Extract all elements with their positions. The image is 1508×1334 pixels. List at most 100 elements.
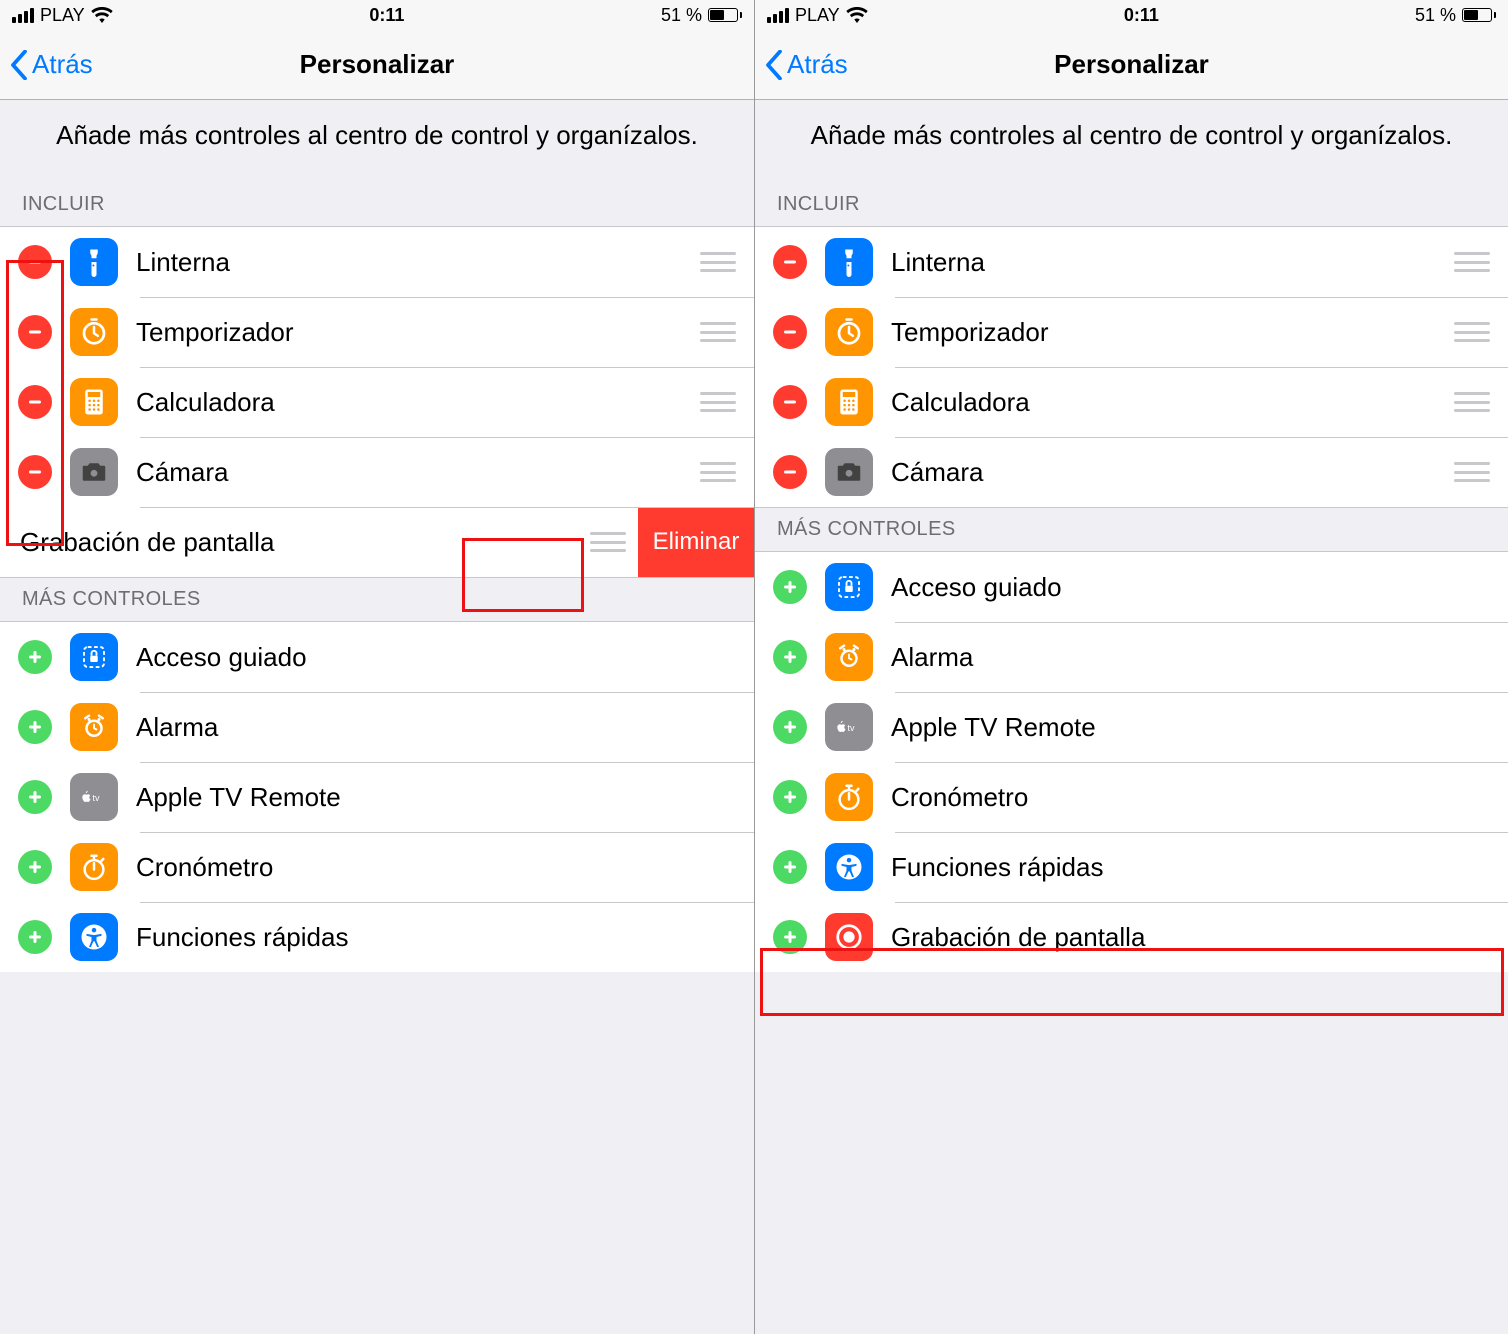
row-label: Calculadora	[136, 387, 700, 418]
more-list: Acceso guiadoAlarmatvApple TV RemoteCron…	[0, 621, 754, 972]
battery-pct: 51 %	[1415, 5, 1456, 26]
list-row: Linterna	[755, 227, 1508, 297]
appletv-icon: tv	[70, 773, 118, 821]
status-bar: PLAY 0:11 51 %	[755, 0, 1508, 30]
plus-icon	[26, 788, 44, 806]
plus-icon	[26, 648, 44, 666]
row-label: Cronómetro	[891, 782, 1490, 813]
plus-icon	[781, 648, 799, 666]
list-row: Funciones rápidas	[0, 902, 754, 972]
list-row: Grabación de pantalla	[755, 902, 1508, 972]
flashlight-icon	[70, 238, 118, 286]
minus-icon	[26, 463, 44, 481]
row-label: Cámara	[136, 457, 700, 488]
list-row: tvApple TV Remote	[0, 762, 754, 832]
section-header-more: MÁS CONTROLES	[0, 578, 754, 621]
left-pane: PLAY 0:11 51 % Atrás Personalizar Añade …	[0, 0, 754, 1334]
back-button[interactable]: Atrás	[0, 49, 93, 80]
remove-button[interactable]	[773, 245, 807, 279]
minus-icon	[781, 253, 799, 271]
status-time: 0:11	[369, 5, 404, 26]
list-row: Alarma	[0, 692, 754, 762]
plus-icon	[26, 928, 44, 946]
drag-handle[interactable]	[700, 462, 736, 482]
minus-icon	[26, 323, 44, 341]
back-label: Atrás	[32, 49, 93, 80]
remove-button[interactable]	[773, 385, 807, 419]
section-header-include: INCLUIR	[755, 183, 1508, 226]
plus-icon	[781, 858, 799, 876]
list-row: Funciones rápidas	[755, 832, 1508, 902]
row-label: Grabación de pantalla	[20, 527, 590, 558]
list-row: Linterna	[0, 227, 754, 297]
alarm-icon	[825, 633, 873, 681]
plus-icon	[26, 718, 44, 736]
remove-button[interactable]	[18, 385, 52, 419]
intro-text: Añade más controles al centro de control…	[755, 100, 1508, 183]
drag-handle[interactable]	[590, 532, 626, 552]
screen-record-icon	[825, 913, 873, 961]
flashlight-icon	[825, 238, 873, 286]
calculator-icon	[70, 378, 118, 426]
add-button[interactable]	[773, 640, 807, 674]
add-button[interactable]	[18, 920, 52, 954]
plus-icon	[26, 858, 44, 876]
svg-text:tv: tv	[93, 793, 101, 803]
plus-icon	[781, 718, 799, 736]
add-button[interactable]	[773, 570, 807, 604]
row-label: Apple TV Remote	[891, 712, 1490, 743]
row-label: Funciones rápidas	[891, 852, 1490, 883]
minus-icon	[26, 253, 44, 271]
signal-bars-icon	[12, 8, 34, 23]
list-row: Temporizador	[0, 297, 754, 367]
list-row: Cámara	[755, 437, 1508, 507]
remove-button[interactable]	[18, 245, 52, 279]
appletv-icon: tv	[825, 703, 873, 751]
guided-icon	[825, 563, 873, 611]
plus-icon	[781, 578, 799, 596]
accessibility-icon	[825, 843, 873, 891]
svg-text:tv: tv	[848, 723, 856, 733]
list-row: Acceso guiado	[755, 552, 1508, 622]
battery-icon	[708, 8, 742, 22]
drag-handle[interactable]	[700, 252, 736, 272]
list-row: Cronómetro	[755, 762, 1508, 832]
remove-button[interactable]	[18, 315, 52, 349]
back-label: Atrás	[787, 49, 848, 80]
delete-button[interactable]: Eliminar	[638, 507, 754, 577]
add-button[interactable]	[18, 850, 52, 884]
drag-handle[interactable]	[700, 322, 736, 342]
add-button[interactable]	[18, 640, 52, 674]
guided-icon	[70, 633, 118, 681]
add-button[interactable]	[18, 710, 52, 744]
row-label: Alarma	[891, 642, 1490, 673]
nav-bar: Atrás Personalizar	[755, 30, 1508, 100]
drag-handle[interactable]	[1454, 252, 1490, 272]
remove-button[interactable]	[18, 455, 52, 489]
section-header-include: INCLUIR	[0, 183, 754, 226]
back-button[interactable]: Atrás	[755, 49, 848, 80]
list-row: tv Apple TV Remote	[755, 692, 1508, 762]
plus-icon	[781, 928, 799, 946]
row-label: Funciones rápidas	[136, 922, 736, 953]
wifi-icon	[91, 7, 113, 23]
calculator-icon	[825, 378, 873, 426]
stopwatch-icon	[825, 773, 873, 821]
remove-button[interactable]	[773, 315, 807, 349]
add-button[interactable]	[773, 850, 807, 884]
add-button[interactable]	[773, 710, 807, 744]
remove-button[interactable]	[773, 455, 807, 489]
include-list: LinternaTemporizador Calculadora Cámara Gra…	[0, 226, 754, 578]
drag-handle[interactable]	[1454, 322, 1490, 342]
chevron-left-icon	[765, 50, 783, 80]
drag-handle[interactable]	[700, 392, 736, 412]
add-button[interactable]	[18, 780, 52, 814]
status-time: 0:11	[1124, 5, 1159, 26]
wifi-icon	[846, 7, 868, 23]
drag-handle[interactable]	[1454, 392, 1490, 412]
add-button[interactable]	[773, 920, 807, 954]
drag-handle[interactable]	[1454, 462, 1490, 482]
row-label: Acceso guiado	[891, 572, 1490, 603]
add-button[interactable]	[773, 780, 807, 814]
row-label: Linterna	[891, 247, 1454, 278]
